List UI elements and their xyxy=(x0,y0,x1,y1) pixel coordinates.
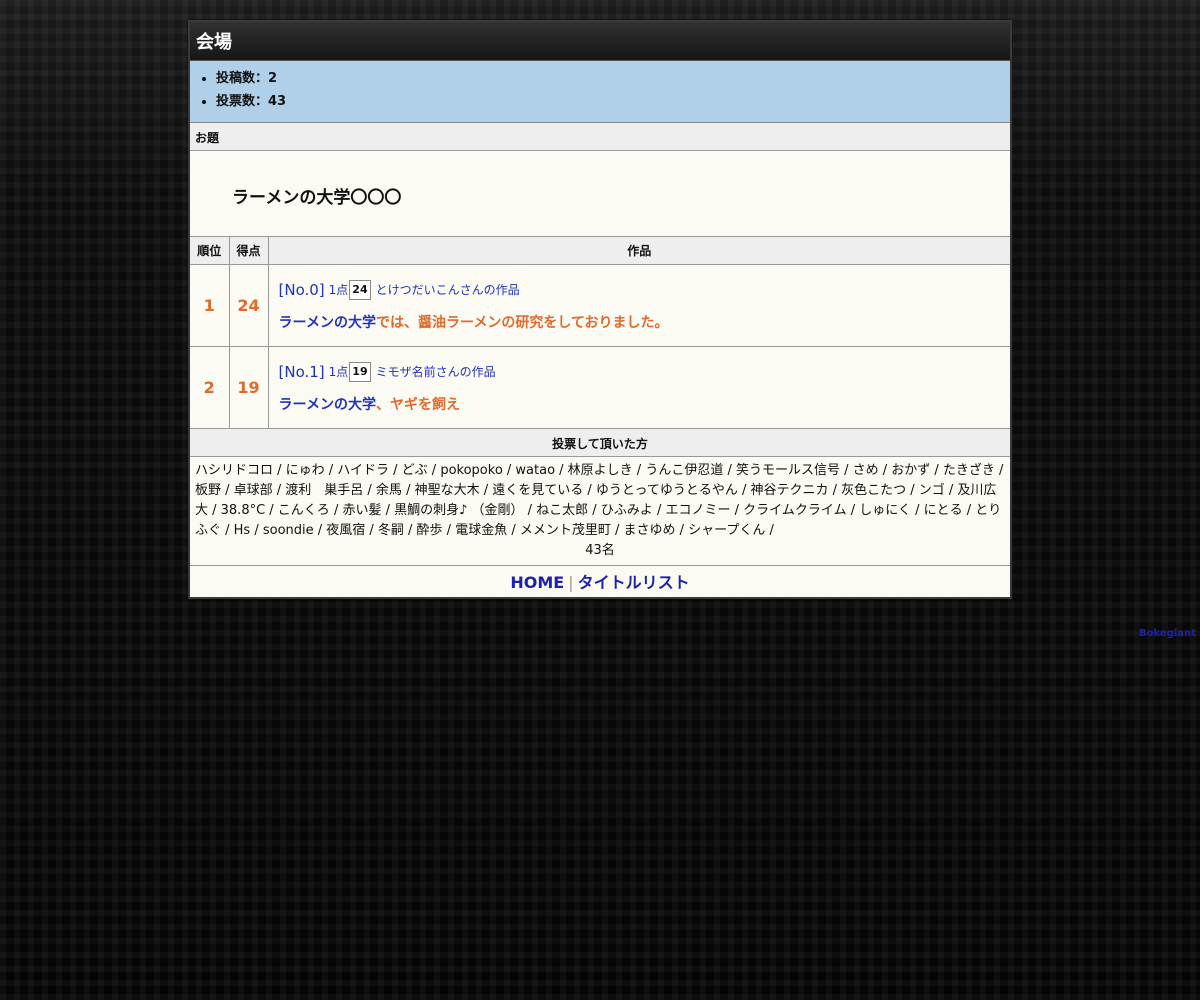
ranking-table: 順位 得点 作品 1 24 [No.0] 1点 24 とけつだいこんさんの作品 … xyxy=(190,237,1010,429)
ranking-header-row: 順位 得点 作品 xyxy=(190,237,1010,265)
rank-cell: 1 xyxy=(190,264,230,347)
venue-title: 会場 xyxy=(190,22,1010,61)
entry-meta: [No.0] 1点 24 とけつだいこんさんの作品 xyxy=(279,279,1011,300)
score-cell: 24 xyxy=(229,264,269,347)
entry-author: とけつだいこんさんの作品 xyxy=(375,282,520,297)
footer-nav: HOME | タイトルリスト xyxy=(190,566,1010,597)
nav-separator: | xyxy=(568,573,574,592)
table-row: 1 24 [No.0] 1点 24 とけつだいこんさんの作品 ラーメンの大学では… xyxy=(190,264,1011,347)
point-label: 1点 xyxy=(328,282,349,297)
voters-list: ハシリドコロ / にゅわ / ハイドラ / どぶ / pokopoko / wa… xyxy=(190,457,1010,566)
work-cell: [No.0] 1点 24 とけつだいこんさんの作品 ラーメンの大学では、醤油ラー… xyxy=(268,264,1011,347)
home-link[interactable]: HOME xyxy=(510,573,564,592)
rank-header: 順位 xyxy=(190,237,230,265)
voter-count: 43名 xyxy=(585,543,615,558)
score-header: 得点 xyxy=(229,237,269,265)
venue-stats: 投稿数：2 投票数：43 xyxy=(190,61,1010,123)
theme-text: ラーメンの大学〇〇〇 xyxy=(190,151,1010,237)
entry-meta: [No.1] 1点 19 ミモザ名前さんの作品 xyxy=(279,361,1011,382)
entry-author: ミモザ名前さんの作品 xyxy=(375,364,496,379)
entry-theme-part: ラーメンの大学 xyxy=(278,314,376,331)
venue-panel: 会場 投稿数：2 投票数：43 お題 ラーメンの大学〇〇〇 順位 得点 作品 1… xyxy=(188,20,1012,599)
entry-number-link[interactable]: [No.0] xyxy=(279,280,325,300)
rank-cell: 2 xyxy=(190,346,230,429)
entry-answer-part: 、ヤギを飼え xyxy=(375,396,460,413)
vote-count: 投票数：43 xyxy=(216,90,1010,113)
point-badge: 19 xyxy=(349,361,371,382)
point-label: 1点 xyxy=(328,364,349,379)
voter-names: ハシリドコロ / にゅわ / ハイドラ / どぶ / pokopoko / wa… xyxy=(195,463,1004,538)
corner-link[interactable]: Bokegiant xyxy=(1139,628,1196,639)
title-list-link[interactable]: タイトルリスト xyxy=(578,573,690,592)
entry-text: ラーメンの大学、ヤギを飼え xyxy=(279,394,1011,414)
table-row: 2 19 [No.1] 1点 19 ミモザ名前さんの作品 ラーメンの大学、ヤギを… xyxy=(190,346,1011,429)
entry-theme-part: ラーメンの大学 xyxy=(278,396,376,413)
point-badge: 24 xyxy=(349,279,371,300)
entry-number-link[interactable]: [No.1] xyxy=(279,362,325,382)
theme-label: お題 xyxy=(190,123,1010,151)
entry-answer-part: では、醤油ラーメンの研究をしておりました。 xyxy=(375,314,669,331)
stats-list: 投稿数：2 投票数：43 xyxy=(190,67,1010,113)
voters-label: 投票して頂いた方 xyxy=(190,429,1010,457)
work-cell: [No.1] 1点 19 ミモザ名前さんの作品 ラーメンの大学、ヤギを飼え xyxy=(268,346,1011,429)
post-count: 投稿数：2 xyxy=(216,67,1010,90)
score-cell: 19 xyxy=(229,346,269,429)
work-header: 作品 xyxy=(268,237,1010,265)
entry-text: ラーメンの大学では、醤油ラーメンの研究をしておりました。 xyxy=(279,312,1011,332)
